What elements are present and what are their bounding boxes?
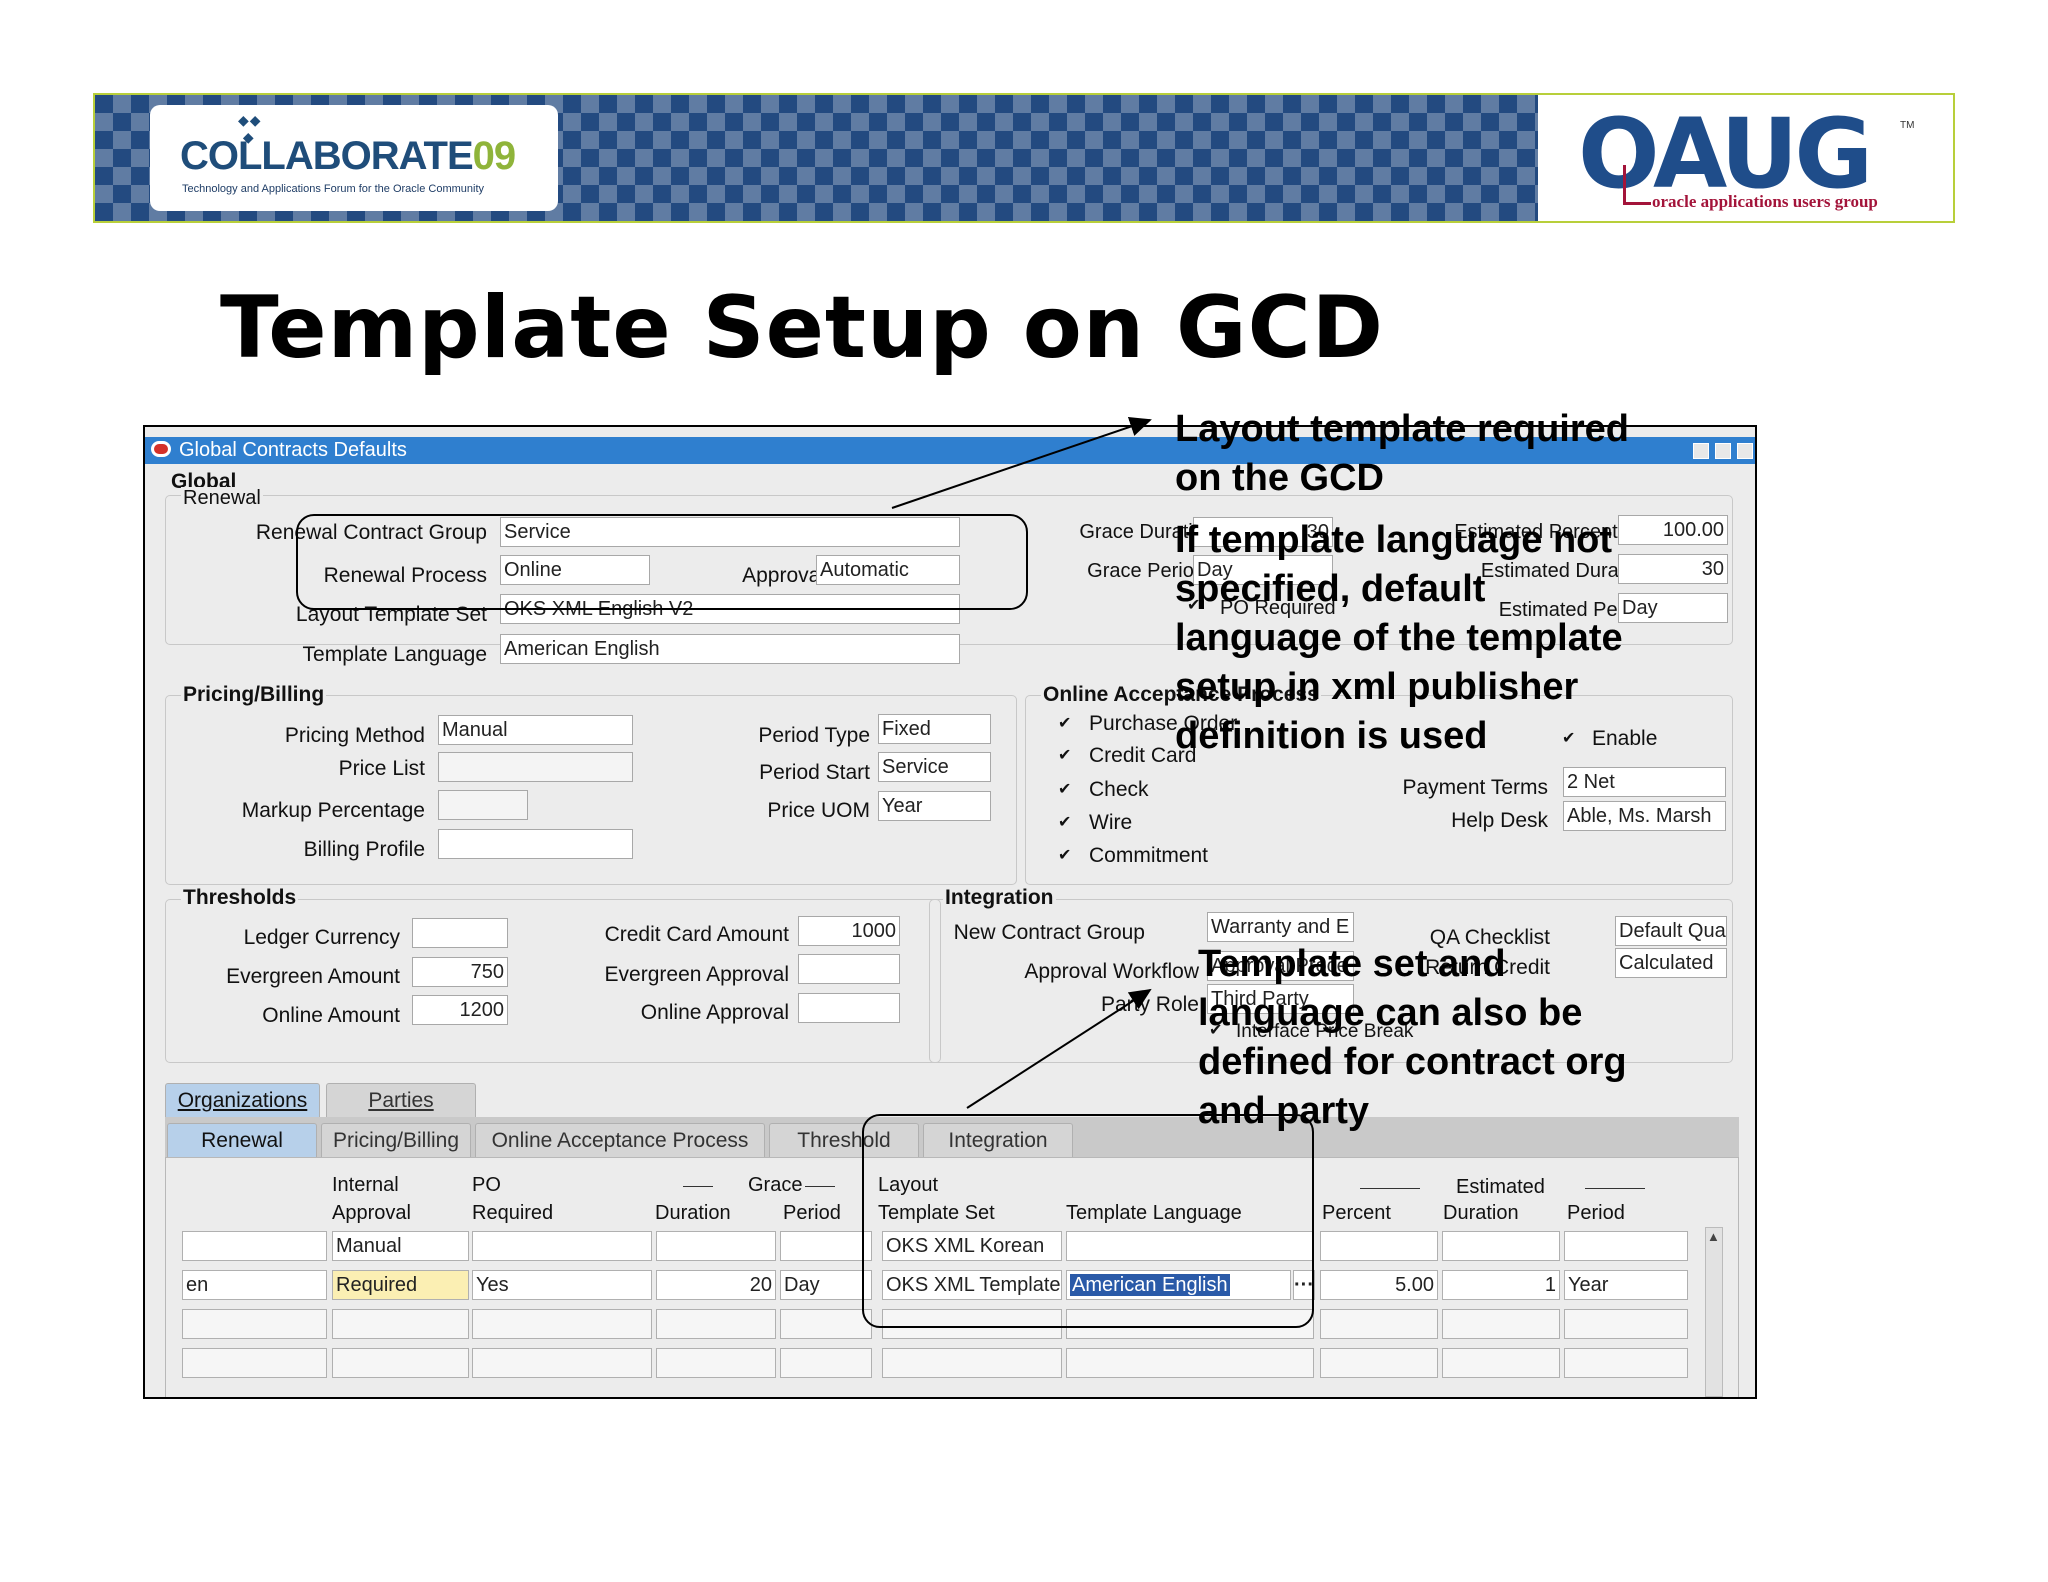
callout-line: definition is used (1175, 715, 1488, 757)
callout-line: Layout template required (1175, 408, 1629, 450)
callout-line: setup in xml publisher (1175, 666, 1579, 708)
callout-layout-required: Layout template required on the GCD (1175, 405, 1629, 503)
callout-line: specified, default (1175, 568, 1486, 610)
arrow-layout-required (891, 416, 1152, 509)
arrow-org-party (966, 988, 1152, 1109)
callout-line: and party (1198, 1090, 1370, 1132)
callout-org-party: Template set and language can also be de… (1198, 940, 1627, 1136)
callout-language-default: If template language not specified, defa… (1175, 516, 1623, 761)
callout-arrows (891, 416, 1152, 1109)
callout-line: on the GCD (1175, 457, 1384, 499)
callout-line: If template language not (1175, 519, 1613, 561)
callout-line: language can also be (1198, 992, 1583, 1034)
callout-line: Template set and (1198, 943, 1506, 985)
callout-line: language of the template (1175, 617, 1623, 659)
callout-line: defined for contract org (1198, 1041, 1627, 1083)
